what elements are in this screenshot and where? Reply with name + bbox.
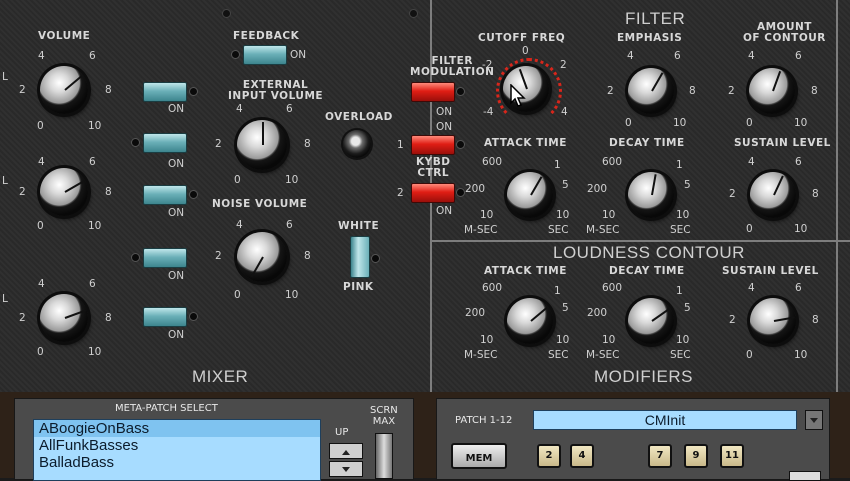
mouse-cursor-icon [510, 84, 526, 107]
list-item[interactable]: AllFunkBasses [34, 437, 320, 454]
external-input-label: EXTERNAL INPUT VOLUME [228, 79, 324, 102]
led [189, 190, 198, 199]
panel-screw [222, 9, 231, 18]
led [456, 188, 465, 197]
patch-panel: PATCH 1-12 CMInit MEM 2 4 7 9 11 [436, 398, 830, 481]
meta-patch-title: META-PATCH SELECT [115, 403, 218, 414]
mixer-title: MIXER [192, 367, 249, 386]
emphasis-knob[interactable] [628, 68, 674, 114]
feedback-label: FEEDBACK [233, 30, 300, 42]
filter-decay-label: DECAY TIME [609, 137, 685, 149]
divider-horizontal [432, 240, 850, 242]
kybd-ctrl-label: KYBD CTRL [416, 156, 451, 179]
filter-sustain-knob[interactable] [750, 172, 796, 218]
overload-lamp [343, 130, 371, 158]
loudness-attack-knob[interactable] [507, 298, 553, 344]
white-pink-switch[interactable] [350, 236, 370, 278]
patch-name-display: CMInit [533, 410, 797, 430]
led [189, 312, 198, 321]
meta-patch-list[interactable]: ABoogieOnBass AllFunkBasses BalladBass [33, 419, 321, 481]
divider-right-edge [836, 0, 838, 392]
pink-label: PINK [343, 281, 374, 293]
volume-label: VOLUME [38, 30, 91, 42]
led [189, 87, 198, 96]
osc3-volume-knob[interactable] [40, 294, 88, 342]
noise-on-toggle[interactable] [143, 248, 187, 268]
led [131, 253, 140, 262]
osc1-on-toggle[interactable] [143, 82, 187, 102]
list-item[interactable]: BalladBass [34, 454, 320, 471]
feedback-toggle[interactable] [243, 45, 287, 65]
synth-panel: L L L VOLUME 4 6 2 8 0 10 4 6 2 8 0 10 4… [0, 0, 850, 392]
overload-label: OVERLOAD [325, 111, 393, 123]
patch-button-11[interactable]: 11 [720, 444, 744, 468]
osc3-on-toggle[interactable] [143, 307, 187, 327]
osc2-volume-knob[interactable] [40, 168, 88, 216]
noise-volume-label: NOISE VOLUME [212, 198, 308, 210]
loudness-decay-label: DECAY TIME [609, 265, 685, 277]
led [231, 50, 240, 59]
osc1-volume-knob[interactable] [40, 66, 88, 114]
loudness-attack-label: ATTACK TIME [484, 265, 567, 277]
mem-label: MEM [465, 453, 493, 464]
list-item[interactable]: ABoogieOnBass [34, 420, 320, 437]
patch-button-9[interactable]: 9 [684, 444, 708, 468]
noise-volume-knob[interactable] [237, 232, 287, 282]
amount-of-contour-knob[interactable] [749, 68, 795, 114]
patch-button-2[interactable]: 2 [537, 444, 561, 468]
patch-button-7[interactable]: 7 [648, 444, 672, 468]
amount-of-contour-label: AMOUNT OF CONTOUR [743, 21, 826, 44]
up-button[interactable] [329, 443, 363, 459]
cutoff-label: CUTOFF FREQ [478, 32, 566, 44]
loudness-sustain-label: SUSTAIN LEVEL [722, 265, 819, 277]
filter-title: FILTER [625, 9, 686, 28]
filter-attack-knob[interactable] [507, 172, 553, 218]
scrn-max-label: SCRN MAX [370, 405, 398, 427]
led [131, 138, 140, 147]
external-input-volume-knob[interactable] [237, 120, 287, 170]
mem-button[interactable]: MEM [451, 443, 507, 469]
patch-scroll-knob [789, 471, 821, 481]
emphasis-label: EMPHASIS [617, 32, 683, 44]
cutoff-red-ticks [496, 58, 562, 124]
kybd-ctrl-1-toggle[interactable] [411, 135, 455, 155]
filter-sustain-label: SUSTAIN LEVEL [734, 137, 831, 149]
edge-letter: L [2, 175, 8, 187]
chevron-down-icon [810, 418, 818, 423]
filter-decay-knob[interactable] [628, 172, 674, 218]
loudness-contour-title: LOUDNESS CONTOUR [553, 243, 745, 262]
chevron-up-icon [342, 450, 350, 455]
kybd-ctrl-2-toggle[interactable] [411, 183, 455, 203]
led [456, 140, 465, 149]
patch-label: PATCH 1-12 [455, 415, 513, 426]
patch-dropdown-button[interactable] [805, 410, 823, 430]
led [456, 87, 465, 96]
down-button[interactable] [329, 461, 363, 477]
scrn-max-toggle[interactable] [375, 433, 393, 479]
edge-letter: L [2, 71, 8, 83]
up-label: UP [335, 427, 349, 438]
filter-modulation-toggle[interactable] [411, 82, 455, 102]
ext-input-on-toggle[interactable] [143, 133, 187, 153]
patch-button-4[interactable]: 4 [570, 444, 594, 468]
modifiers-title: MODIFIERS [594, 367, 693, 386]
loudness-sustain-knob[interactable] [750, 298, 796, 344]
bottom-rack: META-PATCH SELECT ABoogieOnBass AllFunkB… [0, 392, 850, 481]
led [371, 254, 380, 263]
filter-attack-label: ATTACK TIME [484, 137, 567, 149]
patch-name: CMInit [644, 412, 686, 428]
panel-screw [409, 9, 418, 18]
white-label: WHITE [338, 220, 380, 232]
meta-patch-panel: META-PATCH SELECT ABoogieOnBass AllFunkB… [14, 398, 414, 481]
loudness-decay-knob[interactable] [628, 298, 674, 344]
edge-letter: L [2, 293, 8, 305]
osc2-on-toggle[interactable] [143, 185, 187, 205]
chevron-down-icon [342, 467, 350, 472]
